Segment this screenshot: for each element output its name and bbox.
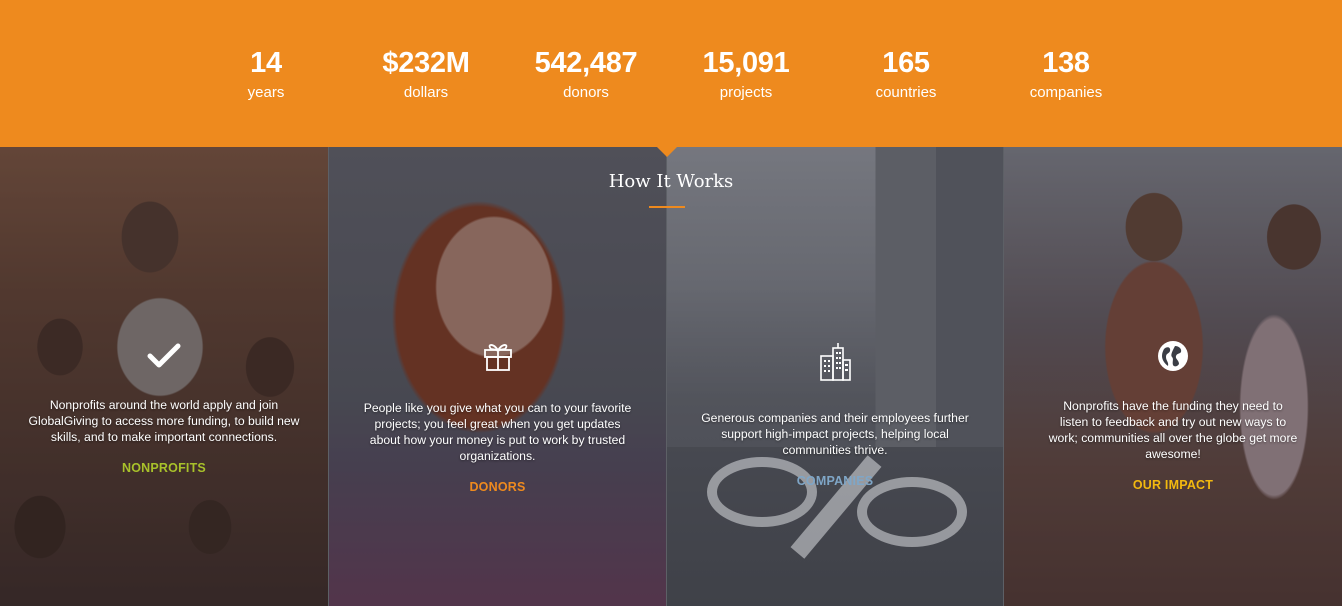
stat-value: 165	[882, 47, 930, 79]
stat-countries: 165 countries	[826, 44, 986, 105]
companies-link[interactable]: COMPANIES	[797, 474, 874, 488]
panel-content: Nonprofits have the funding they need to…	[1004, 340, 1342, 494]
panel-description: People like you give what you can to you…	[363, 401, 632, 463]
panel-nonprofits[interactable]: Nonprofits around the world apply and jo…	[0, 147, 329, 606]
panel-donors[interactable]: People like you give what you can to you…	[329, 147, 667, 606]
stat-label: dollars	[403, 84, 449, 101]
stats-band: 14 years $232M dollars 542,487 donors 15…	[0, 0, 1342, 147]
donors-link[interactable]: DONORS	[469, 480, 525, 494]
buildings-icon	[820, 343, 851, 381]
panel-content: Nonprofits around the world apply and jo…	[0, 342, 328, 477]
stat-value: 542,487	[534, 47, 638, 79]
panel-description: Generous companies and their employees f…	[701, 411, 969, 457]
title-underline	[649, 206, 685, 208]
stat-label: companies	[1029, 84, 1103, 101]
panel-content: People like you give what you can to you…	[329, 338, 666, 496]
stat-years: 14 years	[186, 44, 346, 105]
stat-label: donors	[563, 84, 609, 101]
stats-row: 14 years $232M dollars 542,487 donors 15…	[0, 44, 1342, 114]
section-title: How It Works	[608, 171, 734, 192]
stat-label: countries	[875, 84, 937, 101]
our-impact-link[interactable]: OUR IMPACT	[1133, 478, 1213, 492]
stat-label: projects	[719, 84, 773, 101]
stat-value: 138	[1042, 47, 1090, 79]
stat-companies: 138 companies	[986, 44, 1146, 105]
gift-icon	[483, 344, 512, 371]
nonprofits-link[interactable]: NONPROFITS	[122, 461, 206, 475]
panel-companies[interactable]: Generous companies and their employees f…	[667, 147, 1004, 606]
stat-dollars: $232M dollars	[346, 44, 506, 105]
stat-projects: 15,091 projects	[666, 44, 826, 105]
stat-value: 14	[250, 47, 282, 79]
how-it-works-panels: Nonprofits around the world apply and jo…	[0, 147, 1342, 606]
panel-content: Generous companies and their employees f…	[667, 342, 1003, 490]
panel-description: Nonprofits have the funding they need to…	[1048, 399, 1298, 461]
stat-value: 15,091	[702, 47, 790, 79]
checkmark-icon	[147, 343, 181, 368]
panel-impact[interactable]: Nonprofits have the funding they need to…	[1004, 147, 1342, 606]
stat-value: $232M	[382, 47, 470, 79]
panel-description: Nonprofits around the world apply and jo…	[28, 398, 300, 444]
stat-label: years	[247, 84, 285, 101]
stat-donors: 542,487 donors	[506, 44, 666, 105]
section-pointer	[656, 146, 678, 157]
globe-icon	[1158, 341, 1188, 371]
